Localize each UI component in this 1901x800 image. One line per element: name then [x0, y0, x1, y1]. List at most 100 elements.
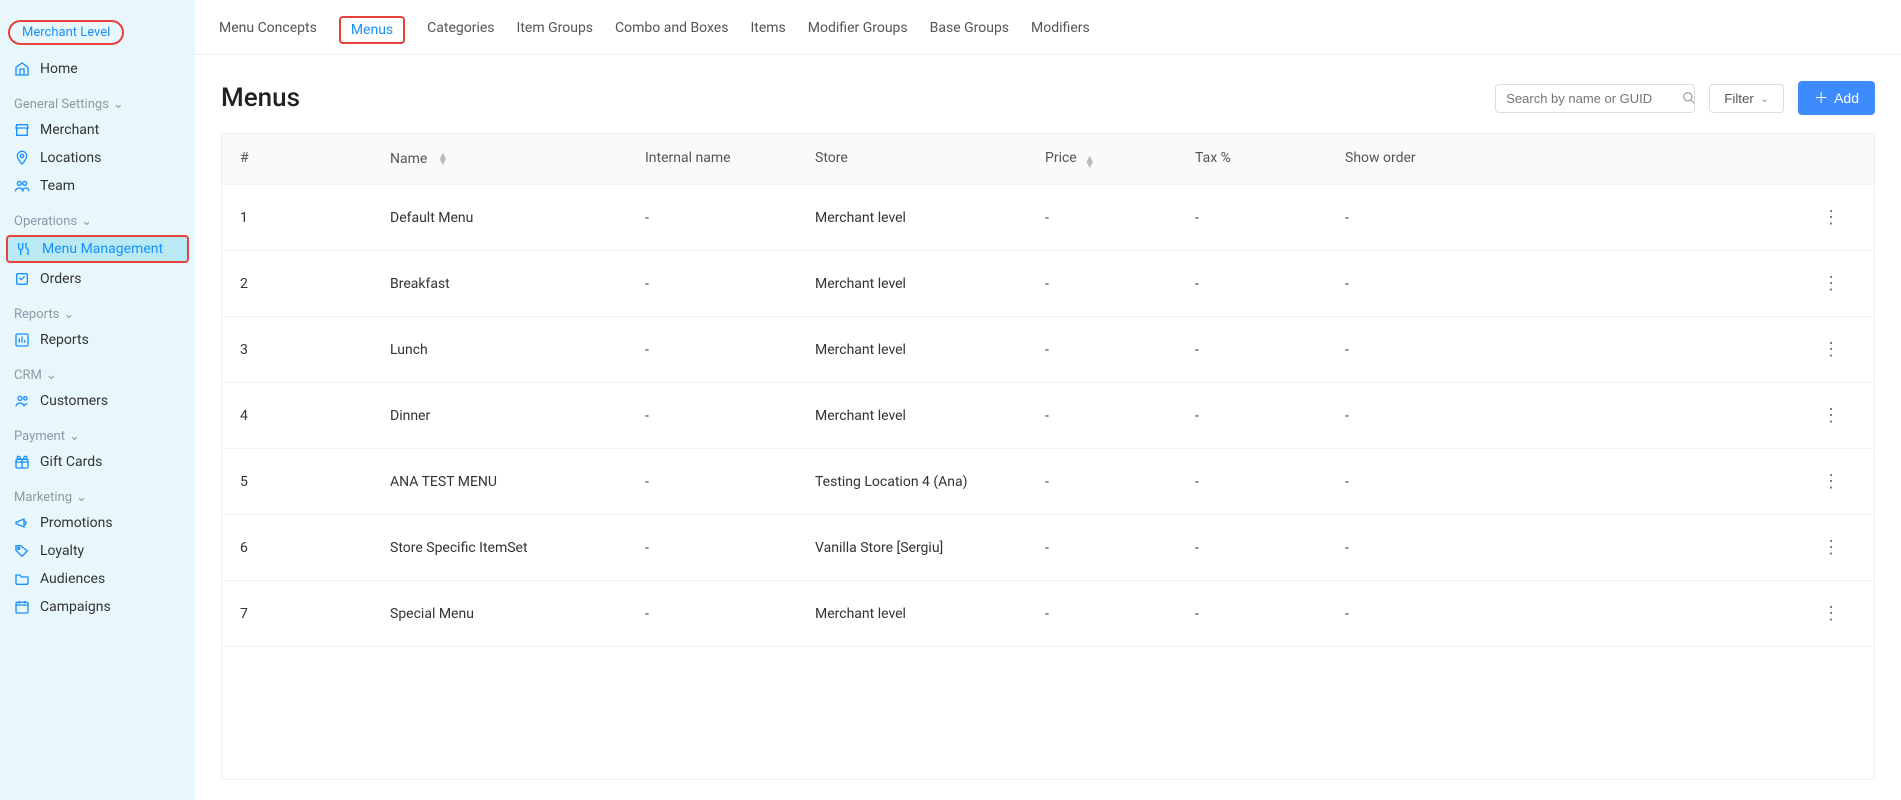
sidebar-item-orders[interactable]: Orders [0, 265, 195, 293]
section-label: CRM [14, 368, 42, 383]
cell-store: Merchant level [815, 606, 1045, 622]
section-label: Operations [14, 214, 77, 229]
gift-icon [14, 454, 30, 470]
tab-combo-and-boxes[interactable]: Combo and Boxes [615, 20, 728, 50]
search-box[interactable] [1495, 84, 1695, 113]
cell-idx: 3 [240, 342, 390, 358]
row-actions-menu[interactable]: ⋮ [1816, 603, 1846, 624]
column-price[interactable]: Price ▲▼ [1045, 150, 1195, 168]
section-reports[interactable]: Reports ⌄ [0, 293, 195, 326]
cell-tax: - [1195, 540, 1345, 556]
cell-name: Dinner [390, 408, 645, 424]
column-tax[interactable]: Tax % [1195, 150, 1345, 168]
row-actions-menu[interactable]: ⋮ [1816, 405, 1846, 426]
sidebar-item-promotions[interactable]: Promotions [0, 509, 195, 537]
sidebar-item-menu-management[interactable]: Menu Management [6, 235, 189, 263]
sort-icon: ▲▼ [1084, 156, 1095, 168]
cell-price: - [1045, 540, 1195, 556]
cell-price: - [1045, 474, 1195, 490]
column-show-order[interactable]: Show order [1345, 150, 1495, 168]
column-idx[interactable]: # [240, 150, 390, 168]
cell-idx: 4 [240, 408, 390, 424]
sidebar-item-label: Gift Cards [40, 454, 102, 470]
sidebar-item-label: Reports [40, 332, 89, 348]
sidebar-item-loyalty[interactable]: Loyalty [0, 537, 195, 565]
filter-button[interactable]: Filter ⌄ [1709, 84, 1784, 113]
row-actions-menu[interactable]: ⋮ [1816, 339, 1846, 360]
chevron-down-icon: ⌄ [69, 429, 80, 444]
sidebar-item-locations[interactable]: Locations [0, 144, 195, 172]
tab-menus[interactable]: Menus [339, 16, 405, 44]
cell-idx: 2 [240, 276, 390, 292]
store-icon [14, 122, 30, 138]
sidebar-item-label: Customers [40, 393, 108, 409]
cell-order: - [1345, 408, 1495, 424]
row-actions-menu[interactable]: ⋮ [1816, 207, 1846, 228]
sidebar-item-campaigns[interactable]: Campaigns [0, 593, 195, 621]
tab-menu-concepts[interactable]: Menu Concepts [219, 20, 317, 50]
sidebar-item-audiences[interactable]: Audiences [0, 565, 195, 593]
sidebar-item-label: Merchant [40, 122, 99, 138]
cell-price: - [1045, 210, 1195, 226]
cell-store: Merchant level [815, 210, 1045, 226]
section-operations[interactable]: Operations ⌄ [0, 200, 195, 233]
add-label: Add [1834, 90, 1859, 106]
column-store[interactable]: Store [815, 150, 1045, 168]
add-button[interactable]: ＋ Add [1798, 81, 1875, 115]
sidebar-item-label: Menu Management [42, 241, 163, 257]
sidebar-item-team[interactable]: Team [0, 172, 195, 200]
table-row[interactable]: 2Breakfast-Merchant level---⋮ [222, 251, 1874, 317]
table-row[interactable]: 6Store Specific ItemSet-Vanilla Store [S… [222, 515, 1874, 581]
sidebar-item-gift-cards[interactable]: Gift Cards [0, 448, 195, 476]
row-actions-menu[interactable]: ⋮ [1816, 537, 1846, 558]
table-header: # Name ▲▼ Internal name Store Price ▲▼ T… [222, 134, 1874, 185]
sidebar-item-label: Orders [40, 271, 82, 287]
tab-item-groups[interactable]: Item Groups [517, 20, 594, 50]
row-actions-menu[interactable]: ⋮ [1816, 471, 1846, 492]
tab-categories[interactable]: Categories [427, 20, 494, 50]
sidebar-item-label: Team [40, 178, 75, 194]
cell-store: Vanilla Store [Sergiu] [815, 540, 1045, 556]
search-input[interactable] [1506, 91, 1682, 106]
column-internal-name[interactable]: Internal name [645, 150, 815, 168]
column-label: Name [390, 151, 427, 167]
chevron-down-icon: ⌄ [81, 214, 92, 229]
table-row[interactable]: 7Special Menu-Merchant level---⋮ [222, 581, 1874, 647]
table-row[interactable]: 3Lunch-Merchant level---⋮ [222, 317, 1874, 383]
section-marketing[interactable]: Marketing ⌄ [0, 476, 195, 509]
cell-name: Default Menu [390, 210, 645, 226]
sidebar-item-reports[interactable]: Reports [0, 326, 195, 354]
sidebar-item-customers[interactable]: Customers [0, 387, 195, 415]
merchant-level-badge[interactable]: Merchant Level [8, 20, 124, 45]
section-crm[interactable]: CRM ⌄ [0, 354, 195, 387]
tab-base-groups[interactable]: Base Groups [930, 20, 1009, 50]
cell-internal: - [645, 606, 815, 622]
page-title: Menus [221, 83, 300, 113]
megaphone-icon [14, 515, 30, 531]
cell-tax: - [1195, 276, 1345, 292]
table-body[interactable]: 1Default Menu-Merchant level---⋮2Breakfa… [222, 185, 1874, 779]
sidebar-item-merchant[interactable]: Merchant [0, 116, 195, 144]
section-general-settings[interactable]: General Settings ⌄ [0, 83, 195, 116]
table-row[interactable]: 1Default Menu-Merchant level---⋮ [222, 185, 1874, 251]
chevron-down-icon: ⌄ [113, 97, 124, 112]
table-row[interactable]: 5ANA TEST MENU-Testing Location 4 (Ana)-… [222, 449, 1874, 515]
tab-modifier-groups[interactable]: Modifier Groups [808, 20, 908, 50]
header-controls: Filter ⌄ ＋ Add [1495, 81, 1875, 115]
column-name[interactable]: Name ▲▼ [390, 150, 645, 168]
table-row[interactable]: 4Dinner-Merchant level---⋮ [222, 383, 1874, 449]
cell-idx: 5 [240, 474, 390, 490]
menus-table: # Name ▲▼ Internal name Store Price ▲▼ T… [221, 133, 1875, 780]
chevron-down-icon: ⌄ [63, 307, 74, 322]
cell-internal: - [645, 276, 815, 292]
section-payment[interactable]: Payment ⌄ [0, 415, 195, 448]
home-icon [14, 61, 30, 77]
cell-price: - [1045, 408, 1195, 424]
cell-store: Merchant level [815, 276, 1045, 292]
tab-modifiers[interactable]: Modifiers [1031, 20, 1090, 50]
cell-tax: - [1195, 474, 1345, 490]
tab-items[interactable]: Items [750, 20, 785, 50]
row-actions-menu[interactable]: ⋮ [1816, 273, 1846, 294]
sidebar-item-home[interactable]: Home [0, 55, 195, 83]
main-content: Menu Concepts Menus Categories Item Groups C… [195, 0, 1901, 800]
